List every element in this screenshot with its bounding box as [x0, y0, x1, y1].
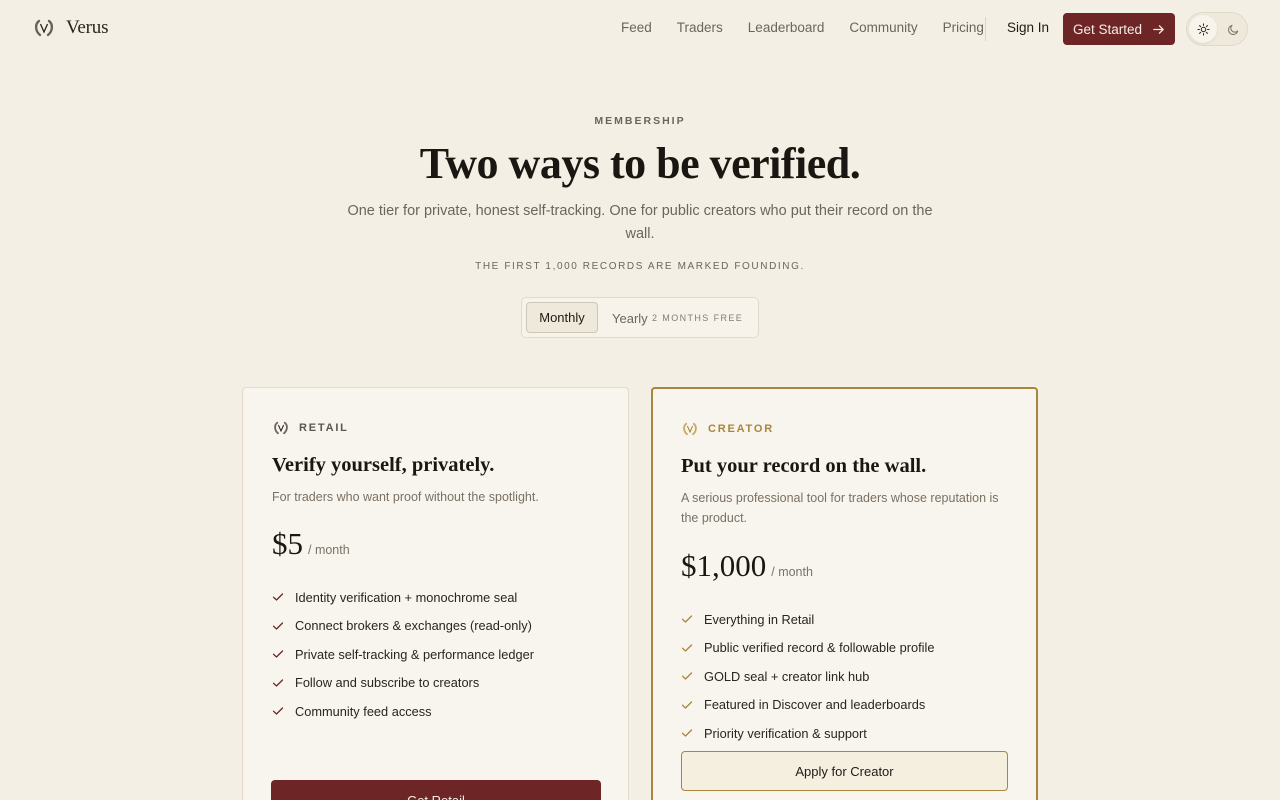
get-started-button[interactable]: Get Started: [1063, 13, 1175, 45]
billing-toggle: Monthly Yearly 2 MONTHS FREE: [521, 297, 759, 338]
laurel-v-icon: [683, 422, 697, 436]
yearly-discount-badge: 2 MONTHS FREE: [652, 313, 744, 323]
feature-list: Identity verification + monochrome seal …: [272, 583, 534, 726]
price-unit: / month: [308, 543, 350, 557]
feature-item: Follow and subscribe to creators: [272, 669, 534, 698]
feature-item: Private self-tracking & performance ledg…: [272, 640, 534, 669]
plan-price: $5 / month: [272, 526, 350, 562]
feature-item: Community feed access: [272, 697, 534, 726]
check-icon: [272, 679, 284, 687]
nav-community[interactable]: Community: [849, 20, 917, 35]
page-subtitle: One tier for private, honest self-tracki…: [347, 203, 933, 242]
arrow-right-icon: [1153, 24, 1164, 34]
laurel-v-icon: [34, 19, 54, 37]
check-icon: [272, 622, 284, 630]
dark-theme-button[interactable]: [1219, 15, 1247, 43]
check-icon: [272, 650, 284, 658]
feature-list: Everything in Retail Public verified rec…: [681, 605, 934, 748]
apply-creator-button[interactable]: Apply for Creator: [681, 751, 1008, 791]
feature-item: Everything in Retail: [681, 605, 934, 634]
brand-logo[interactable]: Verus: [32, 16, 108, 40]
price-amount: $1,000: [681, 548, 767, 583]
feature-label: Featured in Discover and leaderboards: [704, 697, 926, 713]
feature-item: Priority verification & support: [681, 719, 934, 748]
feature-label: Priority verification & support: [704, 725, 867, 741]
plan-description: For traders who want proof without the s…: [272, 490, 539, 504]
nav-leaderboard[interactable]: Leaderboard: [748, 20, 825, 35]
nav-pricing[interactable]: Pricing: [943, 20, 984, 35]
nav-divider: [985, 17, 986, 41]
check-icon: [681, 729, 693, 737]
feature-label: Public verified record & followable prof…: [704, 640, 935, 656]
plan-title: Verify yourself, privately.: [272, 454, 495, 476]
nav-feed[interactable]: Feed: [621, 20, 652, 35]
price-amount: $5: [272, 526, 303, 561]
check-icon: [681, 644, 693, 652]
plan-description: A serious professional tool for traders …: [681, 491, 999, 525]
plan-tier: CREATOR: [681, 420, 774, 438]
price-unit: / month: [771, 565, 813, 579]
primary-nav: Feed Traders Leaderboard Community Prici…: [621, 20, 984, 35]
feature-label: Community feed access: [295, 703, 432, 719]
plan-card-creator: CREATOR Put your record on the wall. A s…: [651, 387, 1038, 800]
check-icon: [272, 593, 284, 601]
plan-card-retail: RETAIL Verify yourself, privately. For t…: [242, 387, 629, 800]
theme-toggle: [1186, 12, 1248, 46]
moon-icon: [1227, 24, 1238, 35]
plan-tier: RETAIL: [272, 419, 349, 437]
get-started-label: Get Started: [1072, 21, 1143, 37]
laurel-v-icon: [274, 421, 288, 435]
feature-item: Featured in Discover and leaderboards: [681, 691, 934, 720]
feature-item: GOLD seal + creator link hub: [681, 662, 934, 691]
page-title: Two ways to be verified.: [419, 139, 861, 188]
check-icon: [681, 701, 693, 709]
feature-label: GOLD seal + creator link hub: [704, 668, 870, 684]
check-icon: [681, 672, 693, 680]
check-icon: [681, 615, 693, 623]
billing-monthly-option[interactable]: Monthly: [526, 302, 598, 333]
check-icon: [272, 707, 284, 715]
feature-item: Connect brokers & exchanges (read-only): [272, 612, 534, 641]
plan-price: $1,000 / month: [681, 548, 813, 584]
feature-label: Identity verification + monochrome seal: [295, 589, 518, 605]
feature-label: Private self-tracking & performance ledg…: [295, 646, 534, 662]
feature-label: Everything in Retail: [704, 611, 815, 627]
feature-item: Public verified record & followable prof…: [681, 634, 934, 663]
billing-yearly-option[interactable]: Yearly: [612, 311, 648, 326]
founding-note: THE FIRST 1,000 RECORDS ARE MARKED FOUND…: [475, 261, 805, 272]
plan-title: Put your record on the wall.: [681, 455, 927, 477]
feature-label: Follow and subscribe to creators: [295, 675, 480, 691]
sun-icon: [1196, 22, 1210, 36]
brand-name: Verus: [66, 17, 109, 38]
feature-label: Connect brokers & exchanges (read-only): [295, 618, 532, 634]
nav-traders[interactable]: Traders: [677, 20, 723, 35]
top-nav: Verus Feed Traders Leaderboard Community…: [0, 0, 1280, 57]
plan-tier-label: RETAIL: [299, 422, 349, 434]
light-theme-button[interactable]: [1189, 15, 1217, 43]
get-retail-button[interactable]: Get Retail: [271, 780, 601, 800]
plan-tier-label: CREATOR: [708, 423, 774, 435]
feature-item: Identity verification + monochrome seal: [272, 583, 534, 612]
section-eyebrow: MEMBERSHIP: [594, 115, 686, 127]
sign-in-link[interactable]: Sign In: [1007, 20, 1049, 35]
